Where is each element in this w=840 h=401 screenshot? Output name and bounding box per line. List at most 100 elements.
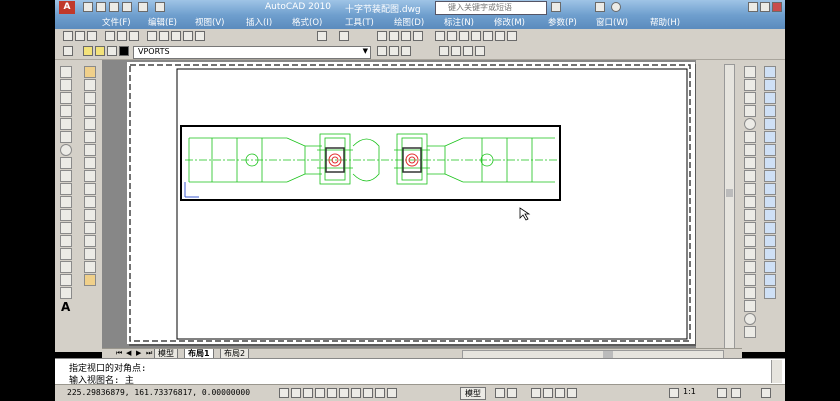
polar-tracking-icon[interactable] — [315, 388, 325, 398]
block-editor-icon[interactable] — [195, 31, 205, 41]
steering-wheel-icon[interactable] — [555, 388, 565, 398]
multiline-text-icon[interactable]: A — [61, 300, 70, 314]
extend-icon[interactable] — [84, 196, 96, 208]
cut-icon[interactable] — [147, 31, 157, 41]
showmotion-icon[interactable] — [567, 388, 577, 398]
snap-perpendicular-icon[interactable] — [744, 157, 756, 169]
circle-icon[interactable] — [60, 144, 72, 156]
coordinate-readout[interactable]: 225.29836879, 161.73376817, 0.00000000 — [67, 388, 250, 397]
model-space-button[interactable]: 模型 — [460, 387, 486, 400]
ortho-mode-icon[interactable] — [303, 388, 313, 398]
snap-node-icon[interactable] — [744, 183, 756, 195]
object-snap-icon[interactable] — [744, 66, 756, 78]
search-box[interactable]: 键入关键字或短语 — [435, 1, 547, 15]
view-iso-nw-icon[interactable] — [764, 196, 776, 208]
insert-block-icon[interactable] — [60, 209, 72, 221]
polygon-icon[interactable] — [60, 105, 72, 117]
dimension-continue-icon[interactable] — [744, 287, 756, 299]
line-icon[interactable] — [60, 66, 72, 78]
copy-object-icon[interactable] — [84, 79, 96, 91]
move-icon[interactable] — [84, 131, 96, 143]
ellipse-arc-icon[interactable] — [60, 196, 72, 208]
print-preview-icon[interactable] — [117, 31, 127, 41]
pencil-icon[interactable] — [84, 66, 96, 78]
zoom-window-icon[interactable] — [401, 31, 411, 41]
match-properties-icon[interactable] — [183, 31, 193, 41]
annotation-scale-value[interactable]: 1:1 — [683, 387, 696, 396]
erase-icon[interactable] — [84, 274, 96, 286]
tab-nav-next-icon[interactable]: ▶ — [136, 349, 141, 357]
fly-icon[interactable] — [764, 274, 776, 286]
tab-nav-prev-icon[interactable]: ◀ — [126, 349, 131, 357]
snap-center-icon[interactable] — [744, 118, 756, 130]
menu-insert[interactable]: 插入(I) — [246, 16, 272, 28]
workspace-switching-icon[interactable] — [717, 388, 727, 398]
menu-parametric[interactable]: 参数(P) — [548, 16, 577, 28]
scale-icon[interactable] — [84, 157, 96, 169]
lineweight-icon[interactable] — [375, 388, 385, 398]
save-icon[interactable] — [109, 2, 119, 12]
dynamic-ucs-icon[interactable] — [351, 388, 361, 398]
fillet-icon[interactable] — [84, 248, 96, 260]
undo-arrow-icon[interactable] — [317, 31, 327, 41]
star-icon[interactable] — [595, 2, 605, 12]
menu-dimension[interactable]: 标注(N) — [444, 16, 474, 28]
print-file-icon[interactable] — [105, 31, 115, 41]
snap-midpoint-icon[interactable] — [744, 92, 756, 104]
zoom-status-icon[interactable] — [543, 388, 553, 398]
grid-display-icon[interactable] — [291, 388, 301, 398]
pan-icon[interactable] — [377, 31, 387, 41]
binoculars-icon[interactable] — [551, 2, 561, 12]
offset-icon[interactable] — [84, 105, 96, 117]
view-left-icon[interactable] — [764, 105, 776, 117]
array-icon[interactable] — [84, 118, 96, 130]
view-iso-se-icon[interactable] — [764, 170, 776, 182]
menu-tools[interactable]: 工具(T) — [345, 16, 374, 28]
snap-parallel-icon[interactable] — [744, 170, 756, 182]
viewport-icon[interactable] — [439, 46, 449, 56]
copy-icon[interactable] — [159, 31, 169, 41]
construction-line-icon[interactable] — [60, 79, 72, 91]
viewport-polygon-icon[interactable] — [451, 46, 461, 56]
close-icon[interactable] — [772, 2, 782, 12]
snap-tangent-icon[interactable] — [744, 144, 756, 156]
menu-view[interactable]: 视图(V) — [195, 16, 224, 28]
dynamic-input-icon[interactable] — [363, 388, 373, 398]
sun-icon[interactable] — [95, 46, 105, 56]
dimension-baseline-icon[interactable] — [744, 274, 756, 286]
arc-icon[interactable] — [60, 131, 72, 143]
view-front-icon[interactable] — [764, 131, 776, 143]
explode-icon[interactable] — [84, 261, 96, 273]
render-icon[interactable] — [764, 66, 776, 78]
properties-icon[interactable] — [435, 31, 445, 41]
autocad-logo-icon[interactable]: A — [59, 1, 75, 14]
chevron-down-icon[interactable]: ▼ — [363, 47, 368, 55]
new-file-icon[interactable] — [63, 31, 73, 41]
command-scrollbar[interactable] — [771, 360, 782, 383]
region-icon[interactable] — [60, 274, 72, 286]
pan-status-icon[interactable] — [531, 388, 541, 398]
markup-icon[interactable] — [483, 31, 493, 41]
spline-icon[interactable] — [60, 170, 72, 182]
view-right-icon[interactable] — [764, 118, 776, 130]
orbit-icon[interactable] — [764, 209, 776, 221]
gradient-icon[interactable] — [60, 261, 72, 273]
chamfer-icon[interactable] — [84, 235, 96, 247]
print-icon[interactable] — [122, 2, 132, 12]
layer-state-icon[interactable] — [401, 46, 411, 56]
view-top-icon[interactable] — [764, 79, 776, 91]
menu-edit[interactable]: 编辑(E) — [148, 16, 177, 28]
menu-file[interactable]: 文件(F) — [102, 16, 131, 28]
break-icon[interactable] — [84, 209, 96, 221]
snap-quadrant-icon[interactable] — [744, 131, 756, 143]
design-center-icon[interactable] — [447, 31, 457, 41]
snap-endpoint-icon[interactable] — [744, 79, 756, 91]
quick-view-drawings-icon[interactable] — [507, 388, 517, 398]
help-toolbar-icon[interactable] — [507, 31, 517, 41]
snap-nearest-icon[interactable] — [744, 196, 756, 208]
tool-palettes-icon[interactable] — [459, 31, 469, 41]
viewport-clip-icon[interactable] — [475, 46, 485, 56]
menu-modify[interactable]: 修改(M) — [494, 16, 525, 28]
vertical-scroll-thumb[interactable] — [726, 189, 733, 197]
zoom-previous-icon[interactable] — [413, 31, 423, 41]
